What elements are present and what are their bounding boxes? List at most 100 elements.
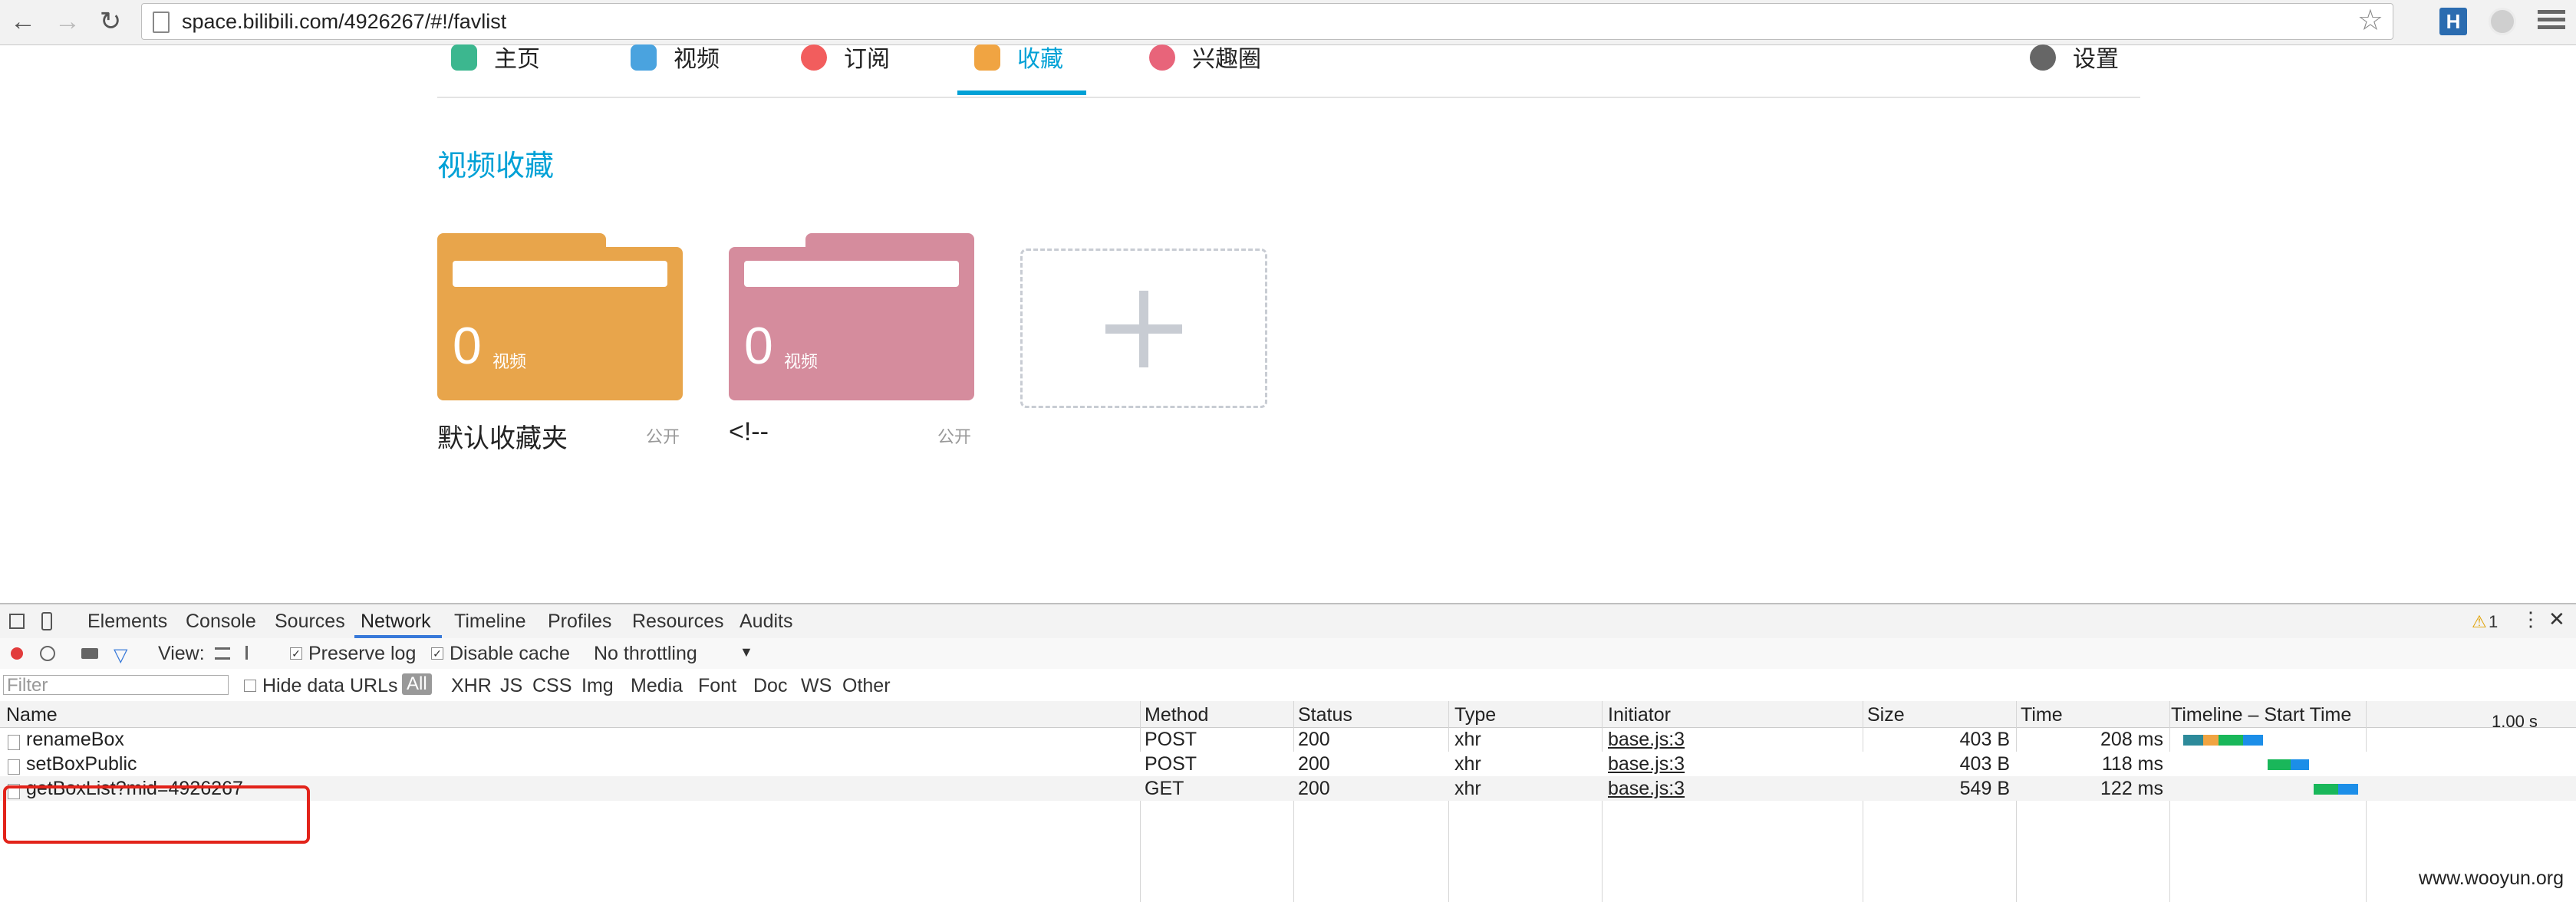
request-type: xhr	[1454, 729, 1481, 750]
warning-count[interactable]: 1	[2489, 612, 2498, 632]
folder-count: 0	[744, 317, 773, 375]
add-folder-button[interactable]	[1020, 249, 1267, 408]
timeline-bar-ttfb	[2314, 784, 2338, 795]
tab-settings-label: 设置	[2073, 47, 2119, 72]
column-header-method[interactable]: Method	[1145, 704, 1208, 726]
request-size: 403 B	[1959, 753, 2010, 775]
type-filter-all[interactable]: All	[402, 673, 432, 695]
type-filter-doc[interactable]: Doc	[753, 675, 787, 697]
type-filter-css[interactable]: CSS	[532, 675, 572, 697]
column-header-type[interactable]: Type	[1454, 704, 1496, 726]
clear-icon[interactable]	[40, 646, 55, 661]
column-header-time[interactable]: Time	[2021, 704, 2063, 726]
tab-subscriptions-label: 订阅	[844, 47, 890, 72]
column-header-name[interactable]: Name	[6, 704, 58, 726]
chevron-down-icon[interactable]: ▼	[740, 644, 753, 660]
column-header-initiator[interactable]: Initiator	[1608, 704, 1671, 726]
devtools-tab-audits[interactable]: Audits	[740, 611, 792, 633]
hide-data-urls-checkbox[interactable]	[244, 680, 256, 692]
table-row[interactable]: setBoxPublic POST 200 xhr base.js:3 403 …	[0, 752, 2576, 776]
request-name[interactable]: renameBox	[26, 729, 124, 751]
filter-icon[interactable]: ▽	[114, 644, 127, 667]
column-header-status[interactable]: Status	[1298, 704, 1352, 726]
capture-screenshots-icon[interactable]	[81, 648, 98, 659]
request-method: POST	[1145, 753, 1197, 775]
forward-icon[interactable]: →	[51, 5, 84, 38]
network-filter-bar: Filter Hide data URLs All XHR JS CSS Img…	[0, 669, 2576, 702]
request-method: POST	[1145, 729, 1197, 750]
type-filter-media[interactable]: Media	[631, 675, 683, 697]
folder-count: 0	[453, 317, 482, 375]
large-rows-icon[interactable]	[215, 647, 230, 660]
request-initiator[interactable]: base.js:3	[1608, 753, 1685, 775]
request-size: 549 B	[1959, 778, 2010, 799]
extension-circle-icon[interactable]	[2489, 8, 2516, 35]
request-size: 403 B	[1959, 729, 2010, 750]
tab-videos-label: 视频	[674, 47, 720, 72]
type-filter-font[interactable]: Font	[698, 675, 736, 697]
plus-icon-vertical	[1139, 291, 1148, 367]
document-icon	[8, 735, 20, 750]
request-initiator[interactable]: base.js:3	[1608, 778, 1685, 800]
folder-name[interactable]: 默认收藏夹	[437, 417, 568, 455]
inspect-icon[interactable]	[9, 614, 25, 629]
preserve-log-checkbox[interactable]: ✓	[290, 647, 302, 660]
space-nav-tabs: 主页 视频 订阅 收藏 兴趣圈 设置	[437, 44, 2140, 98]
tab-home-label: 主页	[494, 47, 540, 72]
table-row[interactable]: renameBox POST 200 xhr base.js:3 403 B 2…	[0, 727, 2576, 752]
type-filter-js[interactable]: JS	[500, 675, 522, 697]
devtools-tab-network[interactable]: Network	[361, 611, 431, 633]
red-highlight-box	[3, 785, 310, 844]
extension-h-icon[interactable]: H	[2439, 8, 2467, 35]
request-status: 200	[1298, 778, 1330, 799]
column-header-timeline[interactable]: Timeline – Start Time	[2171, 704, 2351, 726]
column-header-size[interactable]: Size	[1867, 704, 1905, 726]
interest-circle-icon	[1149, 44, 1175, 71]
gear-icon	[2030, 44, 2056, 71]
table-row[interactable]: getBoxList?mid=4926267 GET 200 xhr base.…	[0, 776, 2576, 801]
warning-icon[interactable]: ⚠	[2472, 612, 2487, 632]
disable-cache-checkbox[interactable]: ✓	[431, 647, 443, 660]
overview-icon[interactable]	[245, 646, 262, 660]
timeline-bar-download	[2243, 735, 2263, 746]
devtools-tab-elements[interactable]: Elements	[87, 611, 167, 633]
folder-unit: 视频	[492, 352, 527, 371]
timeline-bar-ttfb	[2219, 735, 2243, 746]
record-icon[interactable]	[11, 647, 23, 660]
type-filter-ws[interactable]: WS	[801, 675, 832, 697]
devtools-tab-console[interactable]: Console	[186, 611, 256, 633]
folder-default[interactable]: 0 视频	[437, 233, 683, 400]
back-icon[interactable]: ←	[6, 5, 40, 38]
type-filter-xhr[interactable]: XHR	[451, 675, 492, 697]
url-text[interactable]: space.bilibili.com/4926267/#!/favlist	[182, 10, 506, 34]
devtools-menu-icon[interactable]: ⋮	[2521, 607, 2541, 631]
video-icon	[631, 44, 657, 71]
devtools-panel: Elements Console Sources Network Timelin…	[0, 603, 2576, 902]
devtools-tab-profiles[interactable]: Profiles	[548, 611, 611, 633]
folder-name[interactable]: <!--	[729, 417, 769, 447]
device-mode-icon[interactable]	[41, 612, 52, 630]
close-devtools-icon[interactable]: ✕	[2548, 607, 2565, 631]
view-label: View:	[158, 643, 205, 664]
devtools-tab-timeline[interactable]: Timeline	[454, 611, 526, 633]
request-initiator[interactable]: base.js:3	[1608, 729, 1685, 751]
timeline-bar-waiting	[2183, 735, 2203, 746]
type-filter-other[interactable]: Other	[842, 675, 891, 697]
request-time: 208 ms	[2100, 729, 2163, 750]
filter-input[interactable]: Filter	[3, 675, 229, 696]
devtools-tab-resources[interactable]: Resources	[632, 611, 724, 633]
preserve-log-label: Preserve log	[308, 643, 417, 664]
address-bar[interactable]: space.bilibili.com/4926267/#!/favlist ☆	[141, 3, 2393, 40]
favorites-icon	[974, 44, 1000, 71]
type-filter-img[interactable]: Img	[581, 675, 614, 697]
request-name[interactable]: setBoxPublic	[26, 753, 137, 775]
folder-custom[interactable]: 0 视频	[729, 233, 974, 400]
request-status: 200	[1298, 753, 1330, 775]
timeline-bar-download	[2338, 784, 2358, 795]
devtools-tab-sources[interactable]: Sources	[275, 611, 345, 633]
browser-menu-icon[interactable]	[2538, 6, 2565, 37]
throttling-select[interactable]: No throttling	[594, 643, 697, 665]
reload-icon[interactable]: ↻	[94, 5, 127, 38]
bookmark-star-icon[interactable]: ☆	[2357, 5, 2383, 36]
network-toolbar: ▽ View: ✓ Preserve log ✓ Disable cache N…	[0, 638, 2576, 670]
